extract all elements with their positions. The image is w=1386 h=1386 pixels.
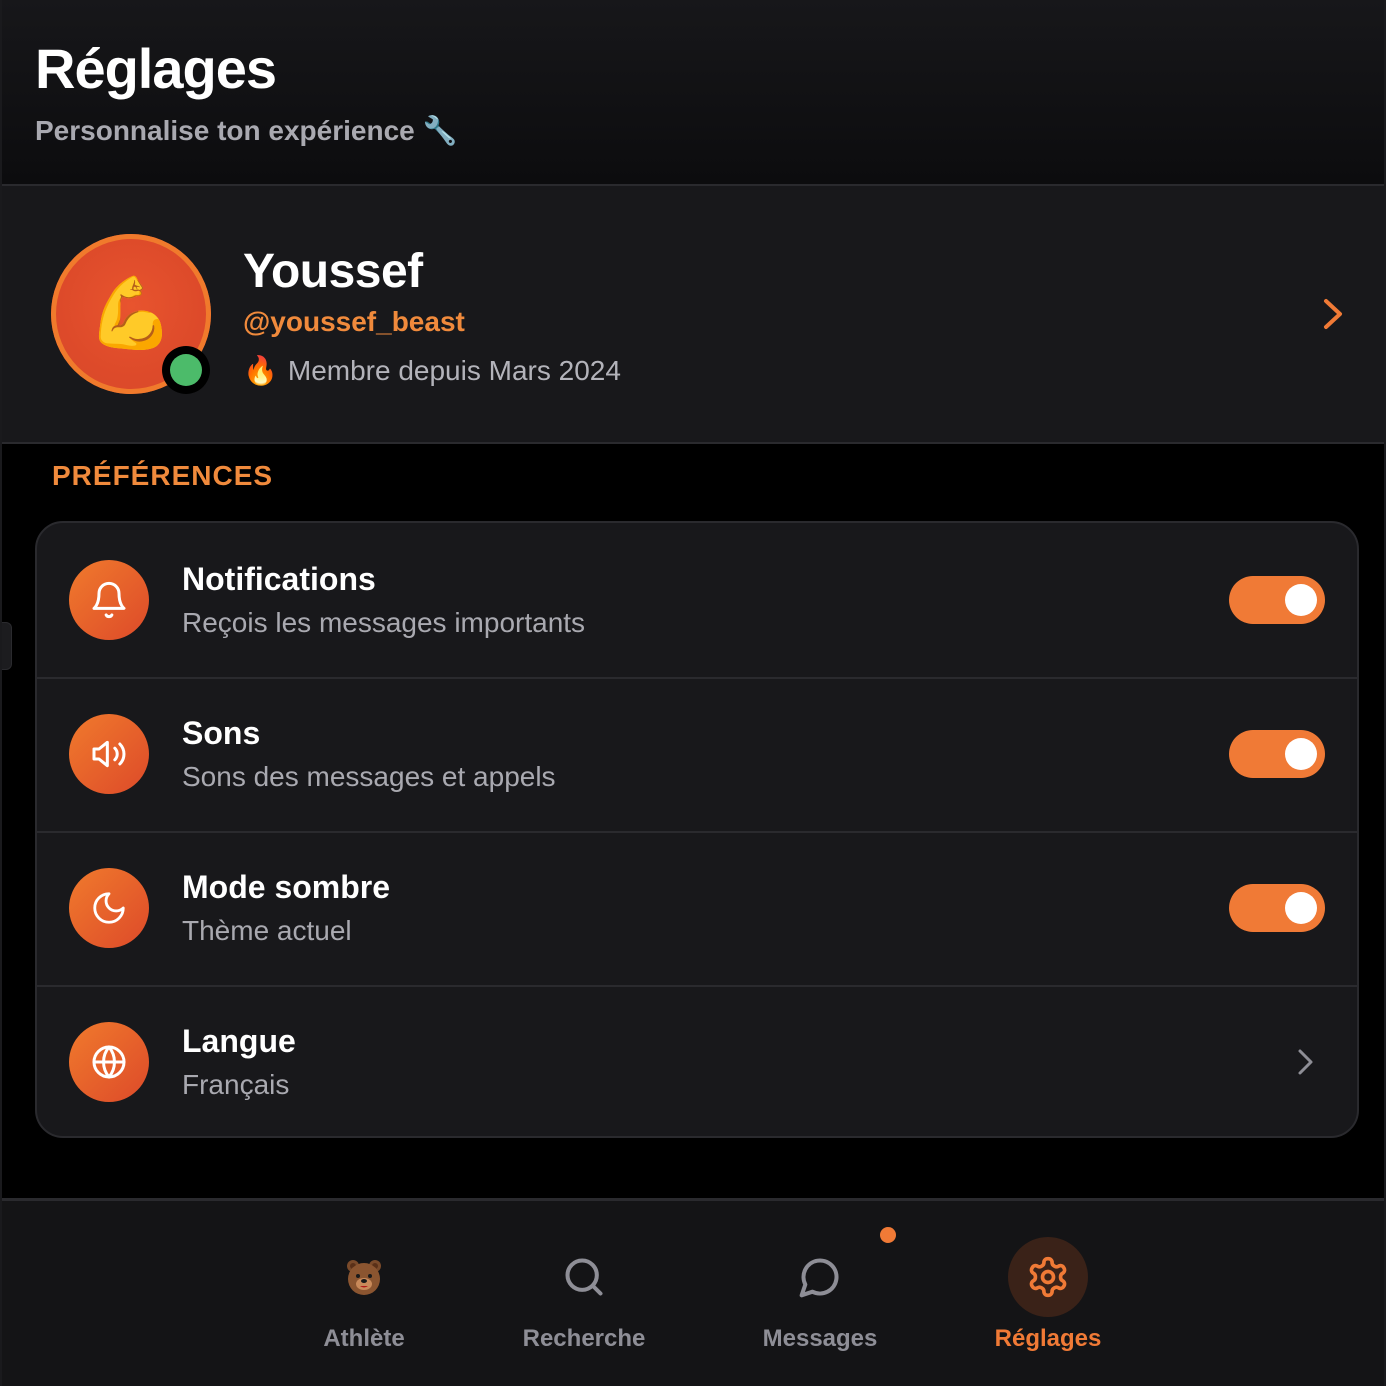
toggle-knob [1285, 892, 1317, 924]
notification-badge [880, 1227, 896, 1243]
avatar-emoji: 💪 [87, 274, 175, 352]
preferences-card: Notifications Reçois les messages import… [35, 521, 1359, 1138]
setting-subtitle: Thème actuel [182, 915, 352, 946]
member-since: 🔥 Membre depuis Mars 2024 [243, 354, 621, 387]
speaker-icon [69, 714, 149, 794]
nav-item-messages[interactable]: Messages [720, 1201, 920, 1386]
setting-subtitle: Reçois les messages importants [182, 607, 586, 638]
sons-toggle[interactable] [1229, 730, 1325, 778]
bell-icon [69, 560, 149, 640]
header: Réglages Personnalise ton expérience 🔧 [2, 0, 1384, 186]
dark-mode-toggle[interactable] [1229, 884, 1325, 932]
profile-name: Youssef [243, 245, 423, 298]
globe-icon [69, 1022, 149, 1102]
setting-title: Sons [182, 715, 261, 751]
setting-title: Langue [182, 1023, 296, 1059]
page-subtitle: Personnalise ton expérience 🔧 [35, 115, 458, 146]
page-title: Réglages [35, 37, 277, 100]
nav-item-athlete[interactable]: Athlète [264, 1201, 464, 1386]
setting-row-langue[interactable]: Langue Français [37, 985, 1357, 1136]
gear-icon [1008, 1237, 1088, 1317]
setting-row-notifications[interactable]: Notifications Reçois les messages import… [37, 523, 1357, 679]
search-icon [544, 1237, 624, 1317]
setting-subtitle: Sons des messages et appels [182, 761, 556, 792]
toggle-knob [1285, 584, 1317, 616]
side-handle[interactable] [2, 622, 12, 670]
chevron-right-icon[interactable] [1295, 1047, 1315, 1077]
setting-row-sons[interactable]: Sons Sons des messages et appels [37, 677, 1357, 833]
member-since-text: Membre depuis Mars 2024 [287, 354, 621, 386]
toggle-knob [1285, 738, 1317, 770]
chevron-right-icon[interactable] [1318, 296, 1348, 332]
moon-icon [69, 868, 149, 948]
fire-icon: 🔥 [243, 355, 278, 386]
setting-subtitle: Français [182, 1069, 290, 1100]
nav-label: Athlète [323, 1325, 405, 1352]
setting-title: Mode sombre [182, 869, 391, 905]
nav-label: Recherche [522, 1325, 646, 1352]
setting-row-mode-sombre[interactable]: Mode sombre Thème actuel [37, 831, 1357, 987]
bottom-nav: Athlète Recherche Messages Réglages [2, 1198, 1384, 1386]
chat-icon [780, 1237, 860, 1317]
section-title-preferences: PRÉFÉRENCES [52, 460, 274, 491]
nav-label: Messages [762, 1325, 878, 1352]
nav-item-recherche[interactable]: Recherche [484, 1201, 684, 1386]
setting-title: Notifications [182, 561, 376, 597]
notifications-toggle[interactable] [1229, 576, 1325, 624]
bear-icon [324, 1237, 404, 1317]
online-status-dot [162, 346, 210, 394]
settings-screen: Réglages Personnalise ton expérience 🔧 💪… [0, 0, 1386, 1386]
profile-card[interactable]: 💪 Youssef @youssef_beast 🔥 Membre depuis… [2, 186, 1384, 444]
profile-handle: @youssef_beast [243, 306, 465, 337]
nav-item-reglages[interactable]: Réglages [948, 1201, 1148, 1386]
nav-label: Réglages [994, 1325, 1102, 1352]
